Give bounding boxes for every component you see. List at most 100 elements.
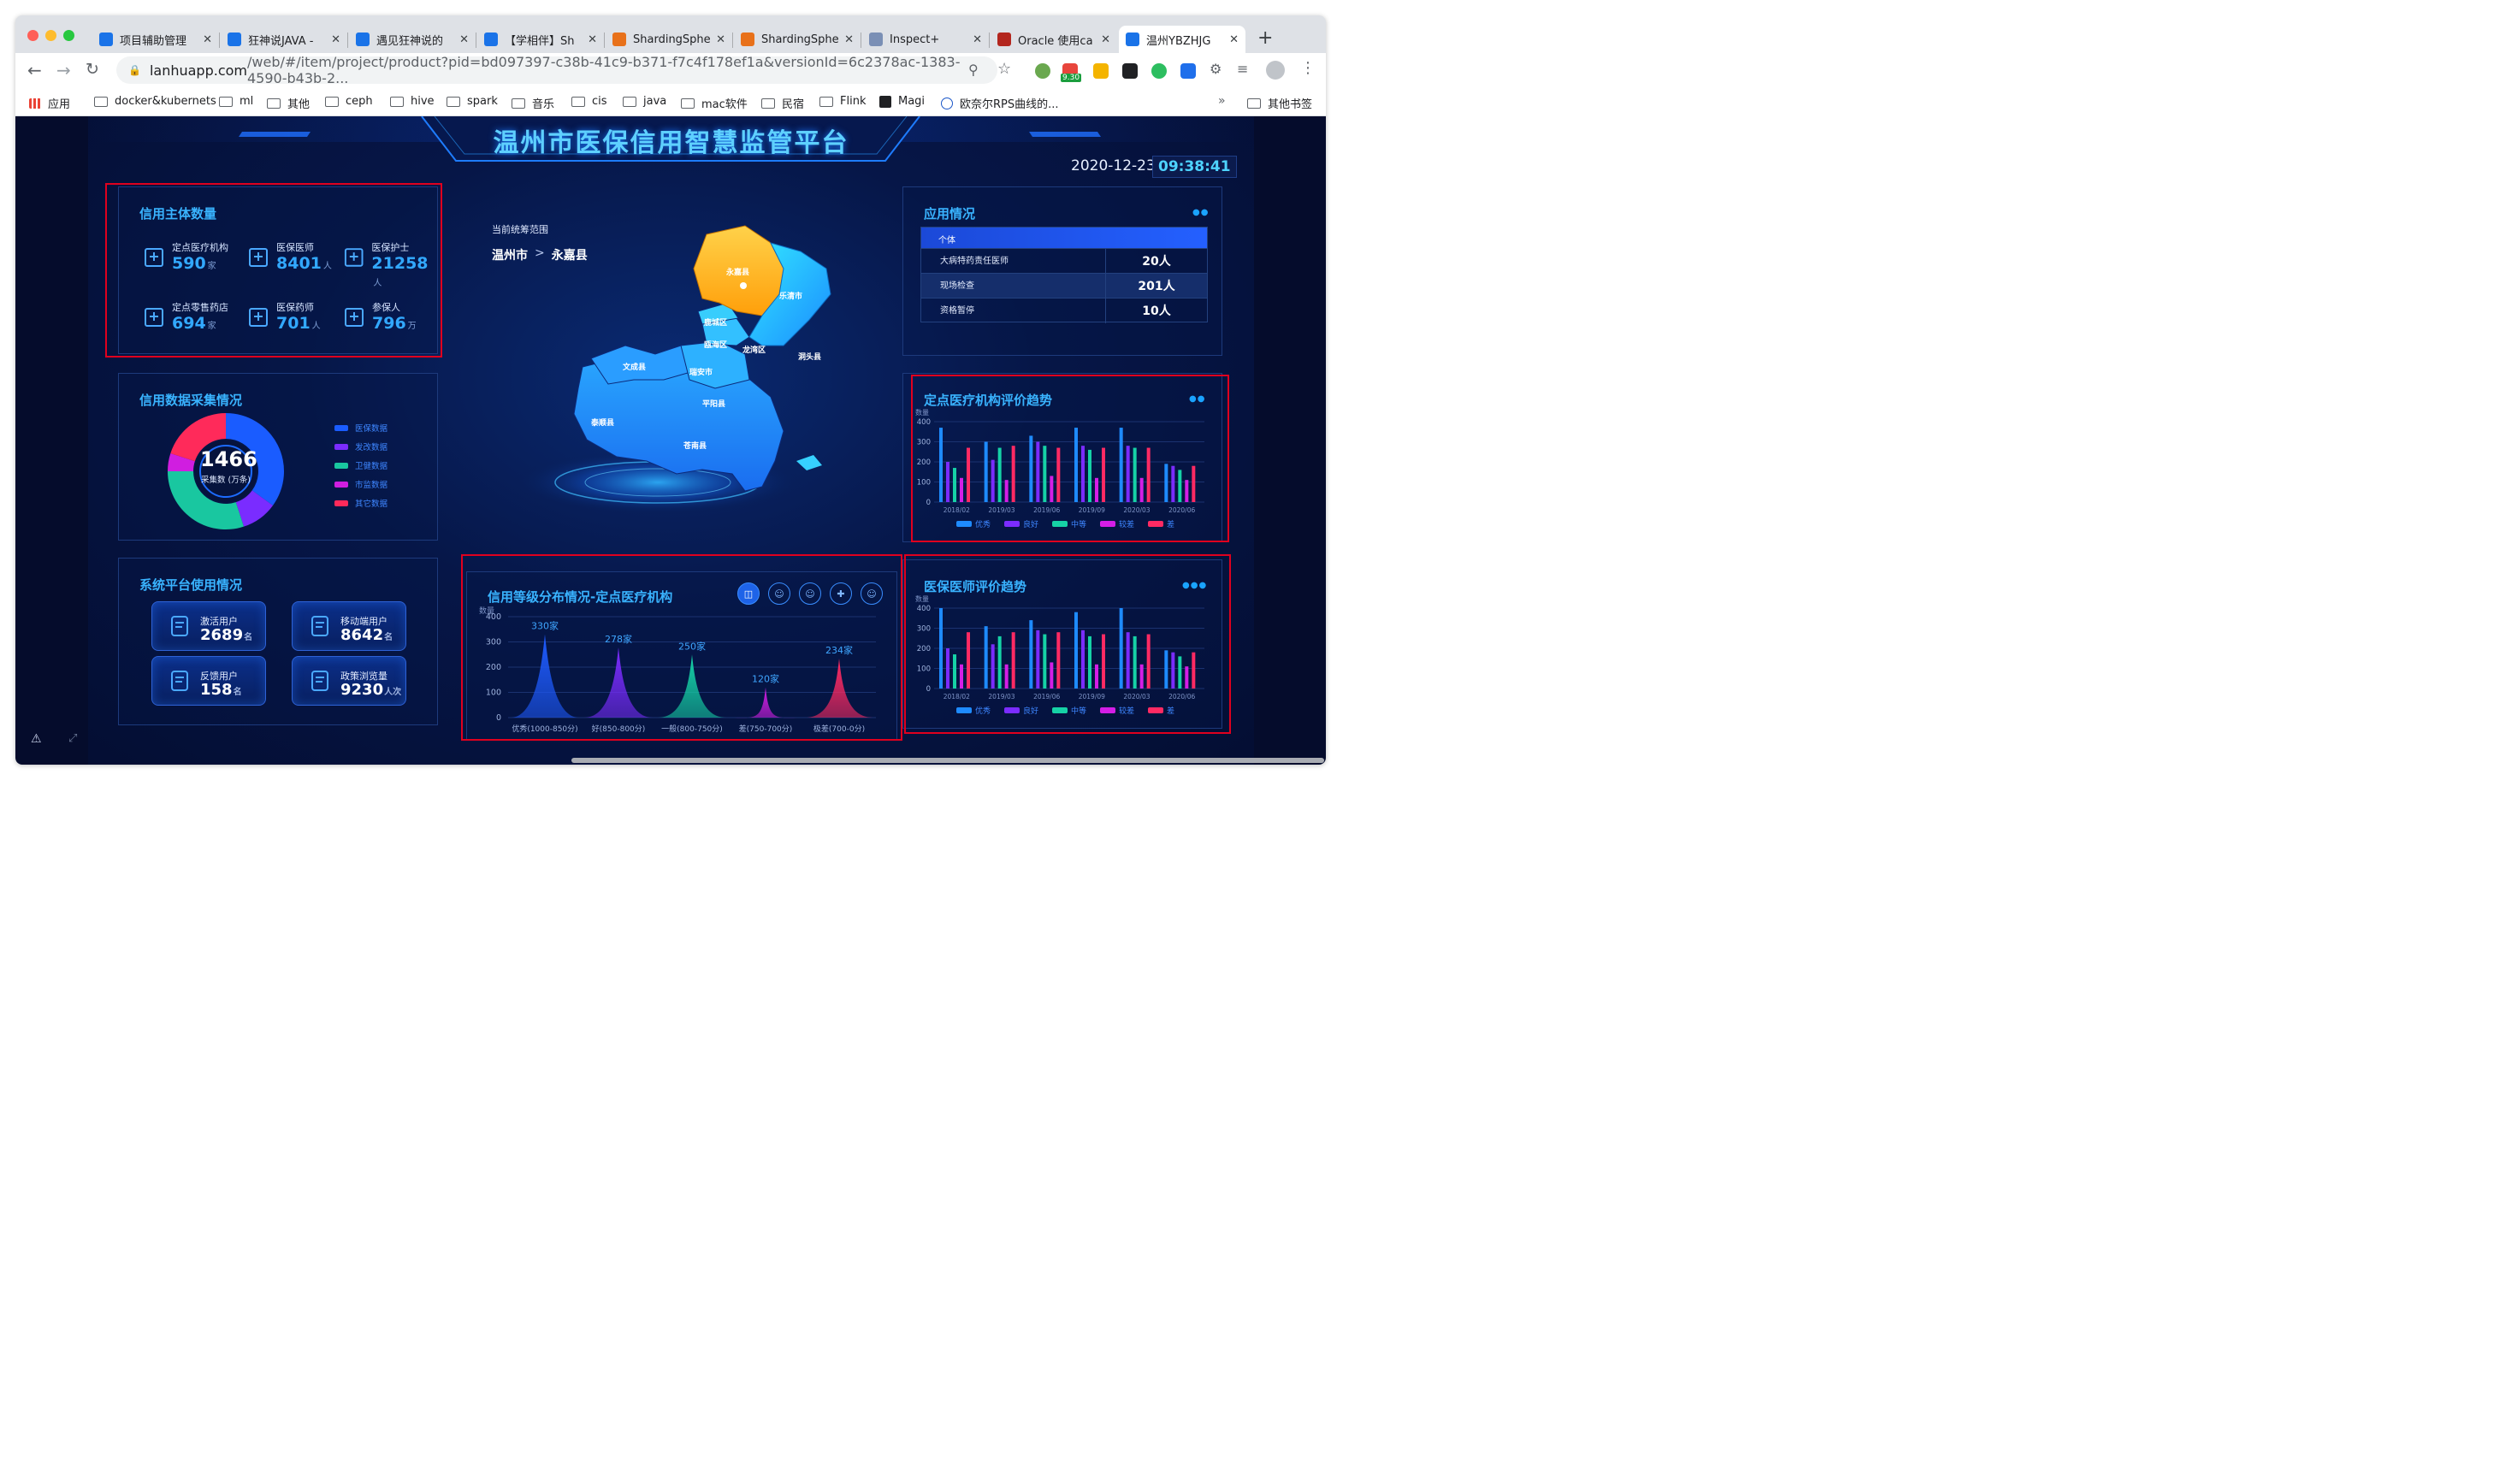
pie-legend-swatch <box>334 443 348 450</box>
map-label: 泰顺县 <box>590 417 614 428</box>
application-row-name: 大病特药责任医师 <box>921 248 1106 274</box>
tab-8[interactable]: 温州YBZHJG ✕ <box>1119 26 1245 53</box>
tab-title: Oracle 使用ca <box>1018 34 1093 48</box>
tab-4[interactable]: ShardingSphe ✕ <box>606 26 732 53</box>
bookmark-11[interactable]: 民宿 <box>761 95 804 111</box>
new-tab-button[interactable]: + <box>1257 27 1273 49</box>
toolbar: ← → ↻ 🔒 lanhuapp.com/web/#/item/project/… <box>15 53 1326 87</box>
bookmark-6[interactable]: spark <box>447 95 498 108</box>
pie-legend-label: 医保数据 <box>355 424 388 434</box>
tab-close-icon[interactable]: ✕ <box>844 33 854 46</box>
tab-6[interactable]: Inspect+ ✕ <box>862 26 989 53</box>
bookmark-10[interactable]: mac软件 <box>681 95 748 111</box>
tab-favicon-icon <box>99 33 113 46</box>
bookmark-4[interactable]: ceph <box>325 95 373 108</box>
extension-yellow-icon[interactable] <box>1093 63 1109 79</box>
tab-favicon-icon <box>484 33 498 46</box>
bookmark-3[interactable]: 其他 <box>267 95 310 111</box>
maximize-window-icon[interactable] <box>63 30 74 41</box>
map-label: 龙湾区 <box>742 345 766 355</box>
zoom-icon[interactable]: ⚲ <box>968 62 979 78</box>
wenzhou-map[interactable]: 永嘉县乐清市鹿城区瓯海区龙湾区洞头县文成县瑞安市平阳县泰顺县苍南县 <box>488 217 848 517</box>
folder-icon <box>681 98 695 109</box>
bookmark-2[interactable]: ml <box>219 95 253 108</box>
tab-7[interactable]: Oracle 使用ca ✕ <box>991 26 1117 53</box>
map-label: 鹿城区 <box>703 317 727 328</box>
tab-2[interactable]: 遇见狂神说的 ✕ <box>349 26 476 53</box>
bookmark-0[interactable]: 应用 <box>29 95 70 111</box>
tab-close-icon[interactable]: ✕ <box>459 33 469 46</box>
lock-icon: 🔒 <box>128 64 141 76</box>
tab-close-icon[interactable]: ✕ <box>588 33 597 46</box>
tab-title: 遇见狂神说的 <box>376 34 444 48</box>
extension-badge-text: 9.30 <box>1061 74 1082 82</box>
bookmark-14[interactable]: 欧奈尔RPS曲线的... <box>941 95 1059 111</box>
bookmark-1[interactable]: docker&kubernets <box>94 95 216 108</box>
bookmark-label: cis <box>592 95 607 108</box>
url-path: /web/#/item/project/product?pid=bd097397… <box>247 54 961 86</box>
page-viewport: 温州市医保信用智慧监管平台 2020-12-23 09:38:41 信用主体数量… <box>15 116 1326 765</box>
extension-dark-icon[interactable] <box>1122 63 1138 79</box>
usage-value-row: 2689名 <box>200 626 252 644</box>
reload-icon[interactable]: ↻ <box>86 60 99 79</box>
close-window-icon[interactable] <box>27 30 38 41</box>
date-text: 2020-12-23 <box>1071 157 1156 174</box>
tab-0[interactable]: 项目辅助管理 ✕ <box>92 26 219 53</box>
collection-donut-chart <box>168 413 284 529</box>
reading-list-icon[interactable]: ≡ <box>1237 61 1248 77</box>
tab-3[interactable]: 【学相伴】Sh ✕ <box>477 26 604 53</box>
bookmark-label: ceph <box>346 95 373 108</box>
fullscreen-icon[interactable]: ⤢ <box>68 732 77 745</box>
tab-favicon-icon <box>228 33 241 46</box>
folder-icon <box>390 96 404 107</box>
forward-icon[interactable]: → <box>56 60 71 80</box>
tab-close-icon[interactable]: ✕ <box>973 33 982 46</box>
url-host: lanhuapp.com <box>149 62 247 79</box>
apps-grid-icon <box>29 98 41 109</box>
bookmarks-more-icon[interactable]: » <box>1218 94 1226 108</box>
tab-separator <box>604 33 605 48</box>
bookmark-label: hive <box>411 95 435 108</box>
bookmark-7[interactable]: 音乐 <box>512 95 554 111</box>
tab-title: ShardingSphe <box>633 33 711 46</box>
usage-panel: 系统平台使用情况 激活用户 2689名 移动端用户 8642名 反馈用户 158名 政策浏览… <box>118 558 438 725</box>
tab-close-icon[interactable]: ✕ <box>203 33 212 46</box>
usage-card: 移动端用户 8642名 <box>292 601 406 651</box>
menu-icon[interactable]: ⋮ <box>1300 59 1316 77</box>
extension-green-icon[interactable] <box>1035 63 1050 79</box>
bookmark-13[interactable]: Magi <box>879 95 925 108</box>
minimize-window-icon[interactable] <box>45 30 56 41</box>
application-row: 大病特药责任医师 20人 <box>921 248 1207 274</box>
map-selected-marker <box>740 282 747 289</box>
alarm-icon[interactable]: ⚠ <box>31 732 42 746</box>
tab-1[interactable]: 狂神说JAVA - ✕ <box>221 26 347 53</box>
tab-title: Inspect+ <box>890 33 940 46</box>
highlight-box-distribution <box>461 554 902 741</box>
tab-5[interactable]: ShardingSphe ✕ <box>734 26 861 53</box>
horizontal-scrollbar[interactable] <box>571 758 1324 763</box>
tab-close-icon[interactable]: ✕ <box>331 33 340 46</box>
usage-value: 2689 <box>200 626 244 644</box>
bookmark-8[interactable]: cis <box>571 95 607 108</box>
bookmark-9[interactable]: java <box>623 95 666 108</box>
evernote-icon[interactable] <box>1151 63 1167 79</box>
other-bookmarks[interactable]: 其他书签 <box>1247 95 1312 111</box>
tab-close-icon[interactable]: ✕ <box>1229 33 1239 46</box>
pie-legend-label: 发改数据 <box>355 443 388 452</box>
tab-close-icon[interactable]: ✕ <box>1101 33 1110 46</box>
map-label: 瑞安市 <box>689 367 713 377</box>
address-bar[interactable]: 🔒 lanhuapp.com/web/#/item/project/produc… <box>116 54 997 86</box>
avatar[interactable] <box>1266 61 1285 80</box>
folder-icon <box>819 96 833 107</box>
tab-separator <box>732 33 733 48</box>
tab-title: 温州YBZHJG <box>1146 34 1211 48</box>
tab-close-icon[interactable]: ✕ <box>716 33 725 46</box>
extension-blue-icon[interactable] <box>1180 63 1196 79</box>
bookmark-12[interactable]: Flink <box>819 95 866 108</box>
pie-legend-item: 卫健数据 <box>334 459 387 471</box>
bookmark-5[interactable]: hive <box>390 95 435 108</box>
bookmark-star-icon[interactable]: ☆ <box>997 60 1011 78</box>
map-region-dongtou[interactable] <box>796 455 822 470</box>
puzzle-icon[interactable]: ⚙ <box>1210 61 1222 77</box>
back-icon[interactable]: ← <box>27 60 42 80</box>
